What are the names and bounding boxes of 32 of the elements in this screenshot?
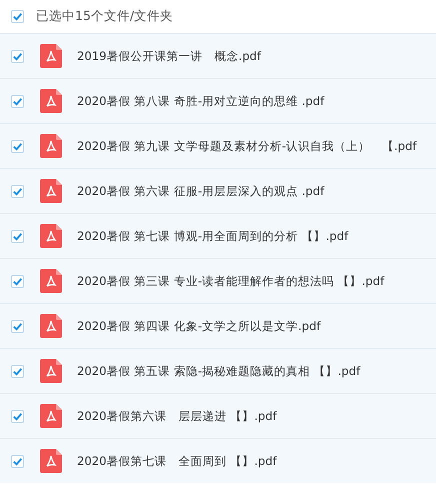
selection-count: 已选中15个文件/文件夹 [36,8,174,25]
pdf-file-icon [40,314,62,338]
file-checkbox[interactable] [11,140,24,152]
file-checkbox[interactable] [11,274,24,288]
pdf-file-icon [40,224,62,248]
pdf-file-icon [40,179,62,203]
pdf-file-icon [40,89,62,113]
file-name: 2020暑假 第九课 文学母题及素材分析-认识自我（上） 【.pdf [77,138,417,154]
file-checkbox[interactable] [11,454,24,468]
pdf-file-icon [40,269,62,293]
pdf-file-icon [40,44,62,68]
file-name: 2020暑假 第三课 专业-读者能理解作者的想法吗 【】.pdf [77,274,384,288]
file-checkbox[interactable] [11,184,24,198]
pdf-file-icon [40,134,62,158]
select-all-checkbox[interactable] [11,10,24,23]
file-name: 2020暑假第七课 全面周到 【】.pdf [77,454,277,468]
file-checkbox[interactable] [11,94,24,108]
file-name: 2020暑假 第五课 索隐-揭秘难题隐藏的真相 【】.pdf [77,364,360,378]
file-name: 2020暑假第六课 层层递进 【】.pdf [77,408,277,424]
pdf-file-icon [40,359,62,383]
file-checkbox[interactable] [11,364,24,378]
file-name: 2020暑假 第八课 奇胜-用对立逆向的思维 .pdf [77,94,324,108]
file-checkbox[interactable] [11,320,24,332]
file-checkbox[interactable] [11,410,24,422]
pdf-file-icon [40,449,62,473]
file-name: 2019暑假公开课第一讲 概念.pdf [77,48,261,64]
file-checkbox[interactable] [11,50,24,62]
file-name: 2020暑假 第七课 博观-用全面周到的分析 【】.pdf [77,228,348,244]
pdf-file-icon [40,404,62,428]
file-checkbox[interactable] [11,230,24,242]
file-name: 2020暑假 第四课 化象-文学之所以是文学.pdf [77,318,321,334]
file-name: 2020暑假 第六课 征服-用层层深入的观点 .pdf [77,184,324,198]
